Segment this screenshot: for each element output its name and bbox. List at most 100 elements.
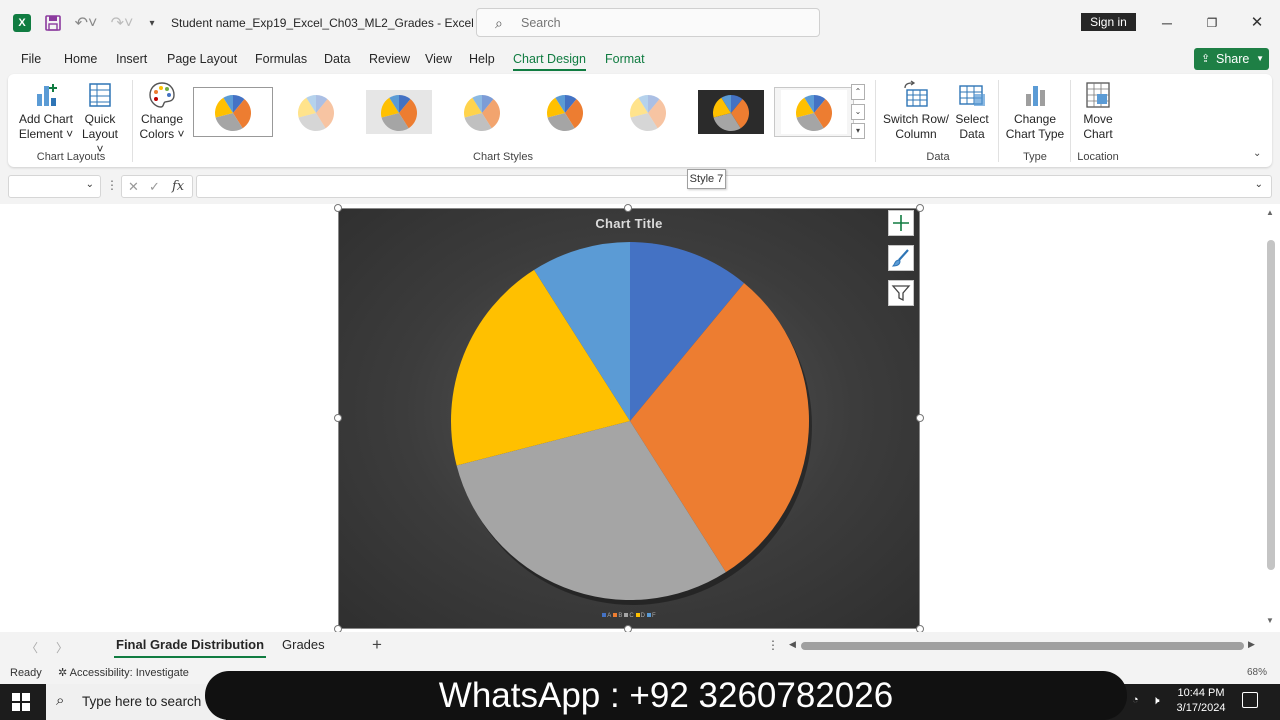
formula-bar-handle-icon[interactable]: ⋮	[106, 178, 118, 192]
formula-buttons: ✕ ✓ fx	[121, 175, 193, 198]
chart-style-preview	[366, 90, 432, 134]
customize-toolbar-icon[interactable]: ▾	[144, 13, 160, 33]
ribbon-separator	[998, 80, 999, 162]
redo-icon[interactable]: ↷˅	[108, 13, 136, 33]
network-icon[interactable]: ◔	[1132, 694, 1139, 706]
legend-item-d[interactable]: D	[635, 613, 646, 619]
chart-filters-button[interactable]	[888, 280, 914, 306]
pie-chart[interactable]: Chart Title AB CDF	[338, 208, 920, 629]
add-chart-element-button[interactable]: Add Chart Element ˅	[16, 80, 76, 142]
group-label-chart-layouts: Chart Layouts	[36, 151, 106, 163]
move-chart-button[interactable]: Move Chart	[1076, 80, 1120, 142]
legend-label: C	[629, 613, 634, 619]
enter-icon[interactable]: ✓	[149, 179, 160, 195]
gallery-scroll-down-icon[interactable]: ⌄	[851, 104, 865, 120]
formula-input[interactable]: ⌄	[196, 175, 1272, 198]
gallery-more-icon[interactable]: ▾	[851, 123, 865, 139]
legend-item-b[interactable]: B	[613, 613, 622, 619]
scroll-left-icon[interactable]: ◀	[789, 639, 796, 650]
legend-label: D	[640, 613, 646, 619]
resize-handle[interactable]	[916, 204, 924, 212]
chart-title[interactable]: Chart Title	[339, 216, 919, 231]
gallery-scroll-up-icon[interactable]: ⌃	[851, 84, 865, 100]
legend-item-f[interactable]: F	[647, 613, 656, 619]
tab-view[interactable]: View	[425, 52, 452, 66]
chart-style-1[interactable]	[193, 87, 273, 137]
chart-style-5[interactable]	[525, 87, 605, 137]
scroll-thumb[interactable]	[801, 642, 1244, 650]
scroll-right-icon[interactable]: ▶	[1248, 639, 1255, 650]
resize-handle[interactable]	[334, 414, 342, 422]
tab-insert[interactable]: Insert	[116, 52, 147, 66]
accessibility-status[interactable]: ✲ Accessibility: Investigate	[58, 666, 189, 679]
ribbon-collapse-icon[interactable]: ⌄	[1253, 148, 1261, 159]
vertical-scrollbar[interactable]: ▲ ▼	[1262, 204, 1280, 632]
group-label-location: Location	[1077, 151, 1119, 163]
switch-row-column-button[interactable]: Switch Row/ Column	[880, 80, 952, 142]
name-box[interactable]: ⌄	[8, 175, 101, 198]
cancel-icon[interactable]: ✕	[128, 179, 139, 195]
taskbar-search[interactable]: ⌕ Type here to search	[46, 684, 226, 720]
scroll-thumb[interactable]	[1267, 240, 1275, 570]
tab-review[interactable]: Review	[369, 52, 410, 66]
sheet-tab-final-grade-distribution[interactable]: Final Grade Distribution	[113, 637, 267, 658]
chart-style-6[interactable]	[608, 87, 688, 137]
chart-style-preview	[615, 90, 681, 134]
zoom-level[interactable]: 68%	[1247, 667, 1267, 678]
share-icon: ⇪	[1201, 53, 1211, 65]
scroll-up-icon[interactable]: ▲	[1266, 208, 1274, 217]
tab-formulas[interactable]: Formulas	[255, 52, 307, 66]
chart-elements-button[interactable]	[888, 210, 914, 236]
resize-handle[interactable]	[334, 204, 342, 212]
status-ready: Ready	[10, 667, 42, 679]
tab-chart-design[interactable]: Chart Design	[513, 52, 586, 71]
tab-file[interactable]: File	[21, 52, 41, 66]
chart-style-3[interactable]	[359, 87, 439, 137]
select-data-button[interactable]: Select Data	[952, 80, 992, 142]
add-sheet-icon[interactable]: +	[372, 635, 382, 655]
clock[interactable]: 10:44 PM 3/17/2024	[1170, 686, 1232, 716]
tab-home[interactable]: Home	[64, 52, 97, 66]
scroll-down-icon[interactable]: ▼	[1266, 616, 1274, 625]
prev-sheet-icon[interactable]: 〈	[26, 639, 38, 656]
close-icon[interactable]: ✕	[1245, 11, 1269, 35]
chart-legend[interactable]: AB CDF	[339, 613, 919, 619]
chart-style-2[interactable]	[276, 87, 356, 137]
sign-in-button[interactable]: Sign in	[1081, 13, 1136, 31]
restore-icon[interactable]: ❐	[1200, 11, 1224, 35]
ribbon-separator	[1070, 80, 1071, 162]
tab-data[interactable]: Data	[324, 52, 350, 66]
undo-icon[interactable]: ↶˅	[72, 13, 100, 33]
change-chart-type-button[interactable]: Change Chart Type	[1002, 80, 1068, 142]
windows-start-icon[interactable]	[12, 693, 30, 711]
tab-page-layout[interactable]: Page Layout	[167, 52, 237, 66]
legend-item-c[interactable]: C	[624, 613, 634, 619]
group-label-chart-styles: Chart Styles	[473, 151, 533, 163]
horizontal-scrollbar[interactable]: ◀ ▶	[789, 639, 1257, 652]
chart-styles-button[interactable]	[888, 245, 914, 271]
share-button[interactable]: ⇪ Share ▼	[1194, 48, 1269, 70]
notification-icon[interactable]	[1242, 692, 1258, 708]
chart-style-4[interactable]	[442, 87, 522, 137]
next-sheet-icon[interactable]: 〉	[56, 639, 68, 656]
save-icon[interactable]	[44, 14, 62, 32]
tab-split-handle-icon[interactable]: ⋮	[767, 638, 779, 652]
chart-style-7[interactable]	[691, 87, 771, 137]
legend-swatch	[635, 613, 640, 618]
tab-help[interactable]: Help	[469, 52, 495, 66]
legend-item-a[interactable]: A	[602, 613, 611, 619]
volume-icon[interactable]: 🕨	[1152, 693, 1160, 708]
search-icon: ⌕	[495, 15, 503, 31]
tab-format[interactable]: Format	[605, 52, 645, 66]
resize-handle[interactable]	[624, 204, 632, 212]
quick-layout-button[interactable]: Quick Layout ˅	[78, 80, 122, 157]
sheet-tab-grades[interactable]: Grades	[282, 637, 325, 652]
search-input[interactable]	[521, 14, 801, 32]
minimize-icon[interactable]: ─	[1155, 11, 1179, 35]
insert-function-icon[interactable]: fx	[172, 179, 184, 194]
search-box[interactable]: ⌕	[476, 8, 820, 37]
resize-handle[interactable]	[916, 414, 924, 422]
chart-style-preview	[698, 90, 764, 134]
change-colors-button[interactable]: Change Colors ˅	[138, 80, 186, 142]
chart-style-8[interactable]	[774, 87, 854, 137]
